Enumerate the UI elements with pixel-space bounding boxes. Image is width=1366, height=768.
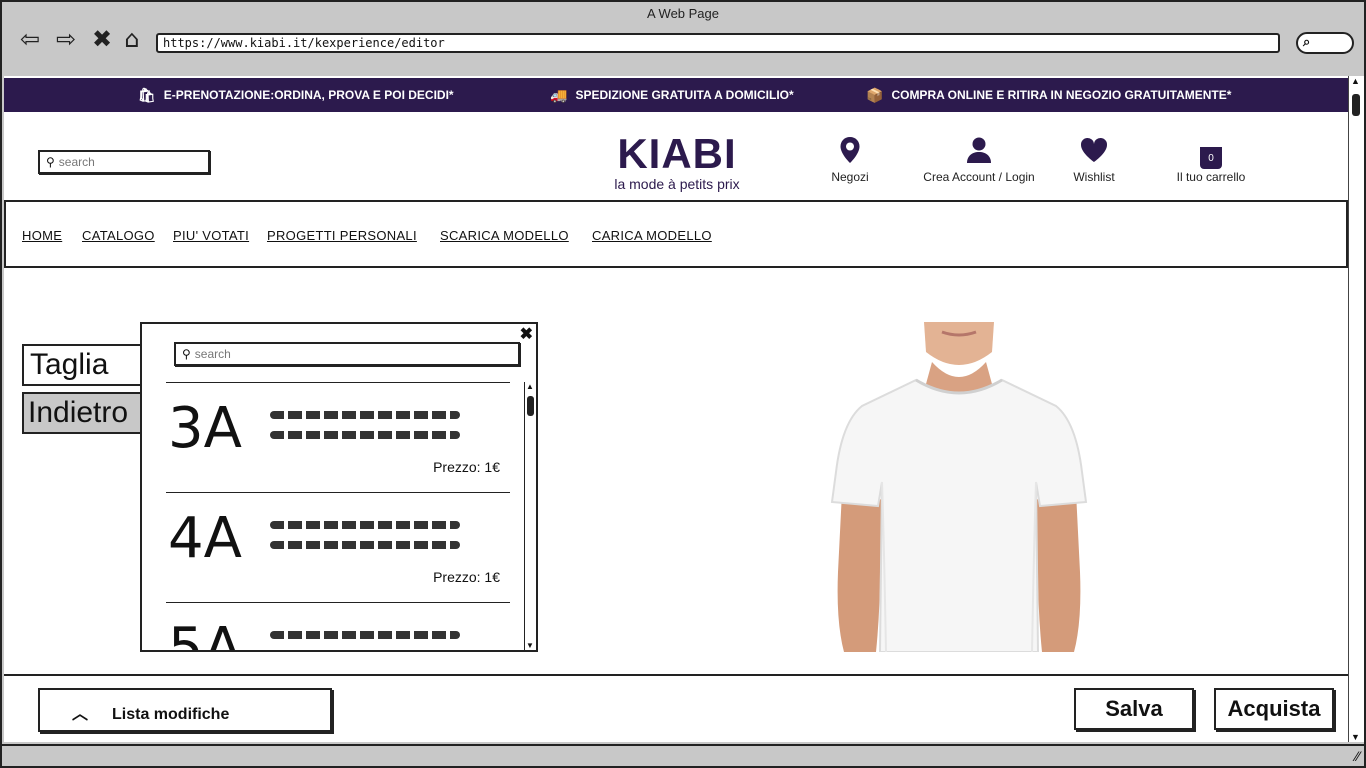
cart-bag-icon: 0: [1168, 136, 1254, 170]
browser-search-input[interactable]: ⌕: [1296, 32, 1354, 54]
logo-tagline: la mode à petits prix: [614, 176, 740, 192]
resize-grip-icon[interactable]: ⁄⁄: [1355, 748, 1360, 764]
list-item[interactable]: 5A: [166, 602, 510, 650]
back-icon[interactable]: ⇦: [16, 26, 44, 52]
account-link[interactable]: Crea Account / Login: [916, 136, 1042, 184]
account-label: Crea Account / Login: [923, 170, 1035, 184]
nav-progetti-personali[interactable]: PROGETTI PERSONALI: [267, 228, 417, 243]
stores-link[interactable]: Negozi: [822, 136, 878, 184]
main-nav: HOME CATALOGO PIU' VOTATI PROGETTI PERSO…: [4, 200, 1348, 268]
browser-window: A Web Page ⇦ ⇨ ✖ ⌂ https://www.kiabi.it/…: [0, 0, 1366, 768]
search-icon: ⚲: [182, 347, 191, 361]
list-item[interactable]: 3A Prezzo: 1€: [166, 382, 510, 492]
truck-icon: 🚚: [550, 87, 568, 103]
search-placeholder: search: [194, 347, 231, 361]
size-label: 4A: [168, 506, 242, 571]
status-bar: ⁄⁄: [2, 744, 1364, 766]
box-icon: 📦: [866, 87, 884, 103]
url-bar[interactable]: https://www.kiabi.it/kexperience/editor: [156, 33, 1280, 53]
nav-piu-votati[interactable]: PIU' VOTATI: [173, 228, 249, 243]
cart-label: Il tuo carrello: [1176, 170, 1246, 184]
search-icon: ⌕: [1303, 34, 1311, 49]
bottom-toolbar: ︿ Lista modifiche Salva Acquista: [4, 674, 1348, 742]
save-button[interactable]: Salva: [1074, 688, 1194, 730]
promo-text: SPEDIZIONE GRATUITA A DOMICILIO*: [575, 88, 794, 102]
size-price: Prezzo: 1€: [433, 569, 500, 585]
search-placeholder: search: [58, 155, 95, 169]
nav-home[interactable]: HOME: [22, 228, 62, 243]
search-icon: ⚲: [46, 155, 55, 169]
scroll-thumb[interactable]: [527, 396, 534, 416]
popup-scrollbar[interactable]: ▲ ▼: [524, 382, 536, 650]
popup-search-input[interactable]: ⚲ search: [174, 342, 520, 366]
size-label: 3A: [168, 396, 242, 461]
edit-list-label: Lista modifiche: [112, 706, 230, 723]
promo-item-prenotazione: 🛍 E-PRENOTAZIONE:ORDINA, PROVA E POI DECI…: [138, 87, 454, 104]
wishlist-label: Wishlist: [1073, 170, 1115, 184]
promo-text: E-PRENOTAZIONE:ORDINA, PROVA E POI DECID…: [163, 88, 454, 102]
wishlist-link[interactable]: Wishlist: [1064, 136, 1124, 184]
heart-icon: [1064, 136, 1124, 170]
scroll-down-icon[interactable]: ▼: [1351, 732, 1360, 742]
stores-label: Negozi: [831, 170, 869, 184]
cart-count: 0: [1200, 147, 1222, 169]
edit-list-button[interactable]: ︿ Lista modifiche: [38, 688, 332, 732]
list-item[interactable]: 4A Prezzo: 1€: [166, 492, 510, 602]
description-placeholder: [270, 521, 460, 561]
window-title: A Web Page: [646, 6, 720, 21]
nav-scarica-modello[interactable]: SCARICA MODELLO: [440, 228, 569, 243]
promo-item-spedizione: 🚚 SPEDIZIONE GRATUITA A DOMICILIO*: [550, 87, 794, 104]
user-icon: [916, 136, 1042, 170]
kiabi-logo[interactable]: KIABI la mode à petits prix: [602, 130, 752, 193]
bag-icon: 🛍: [138, 87, 156, 103]
promo-item-ritiro: 📦 COMPRA ONLINE E RITIRA IN NEGOZIO GRATU…: [866, 87, 1231, 104]
scroll-down-icon[interactable]: ▼: [526, 641, 534, 650]
tab-taglia[interactable]: Taglia: [22, 344, 152, 386]
chevron-up-icon: ︿: [72, 706, 89, 723]
home-icon[interactable]: ⌂: [118, 26, 146, 52]
promo-bar: 🛍 E-PRENOTAZIONE:ORDINA, PROVA E POI DECI…: [4, 78, 1348, 112]
page-scrollbar[interactable]: ▲ ▼: [1348, 76, 1364, 742]
close-icon[interactable]: ✖: [520, 324, 533, 344]
scroll-up-icon[interactable]: ▲: [526, 382, 534, 391]
map-pin-icon: [822, 136, 878, 170]
page-viewport: 🛍 E-PRENOTAZIONE:ORDINA, PROVA E POI DECI…: [4, 76, 1348, 742]
close-icon[interactable]: ✖: [88, 26, 116, 52]
description-placeholder: [270, 411, 460, 451]
nav-carica-modello[interactable]: CARICA MODELLO: [592, 228, 712, 243]
site-search-input[interactable]: ⚲ search: [38, 150, 210, 174]
size-label: 5A: [168, 616, 242, 651]
size-price: Prezzo: 1€: [433, 459, 500, 475]
size-popup: ✖ ⚲ search 3A Prezzo: 1€ 4A Prezzo: 1€ 5A: [140, 322, 538, 652]
description-placeholder: [270, 631, 460, 650]
size-list: 3A Prezzo: 1€ 4A Prezzo: 1€ 5A: [166, 382, 510, 650]
product-tshirt-image: [824, 322, 1094, 653]
promo-text: COMPRA ONLINE E RITIRA IN NEGOZIO GRATUI…: [891, 88, 1232, 102]
back-button[interactable]: Indietro: [22, 392, 152, 434]
forward-icon[interactable]: ⇨: [52, 26, 80, 52]
nav-catalogo[interactable]: CATALOGO: [82, 228, 155, 243]
logo-brand: KIABI: [617, 130, 737, 177]
buy-button[interactable]: Acquista: [1214, 688, 1334, 730]
cart-link[interactable]: 0 Il tuo carrello: [1168, 136, 1254, 184]
scroll-thumb[interactable]: [1352, 94, 1360, 116]
scroll-up-icon[interactable]: ▲: [1351, 76, 1360, 86]
